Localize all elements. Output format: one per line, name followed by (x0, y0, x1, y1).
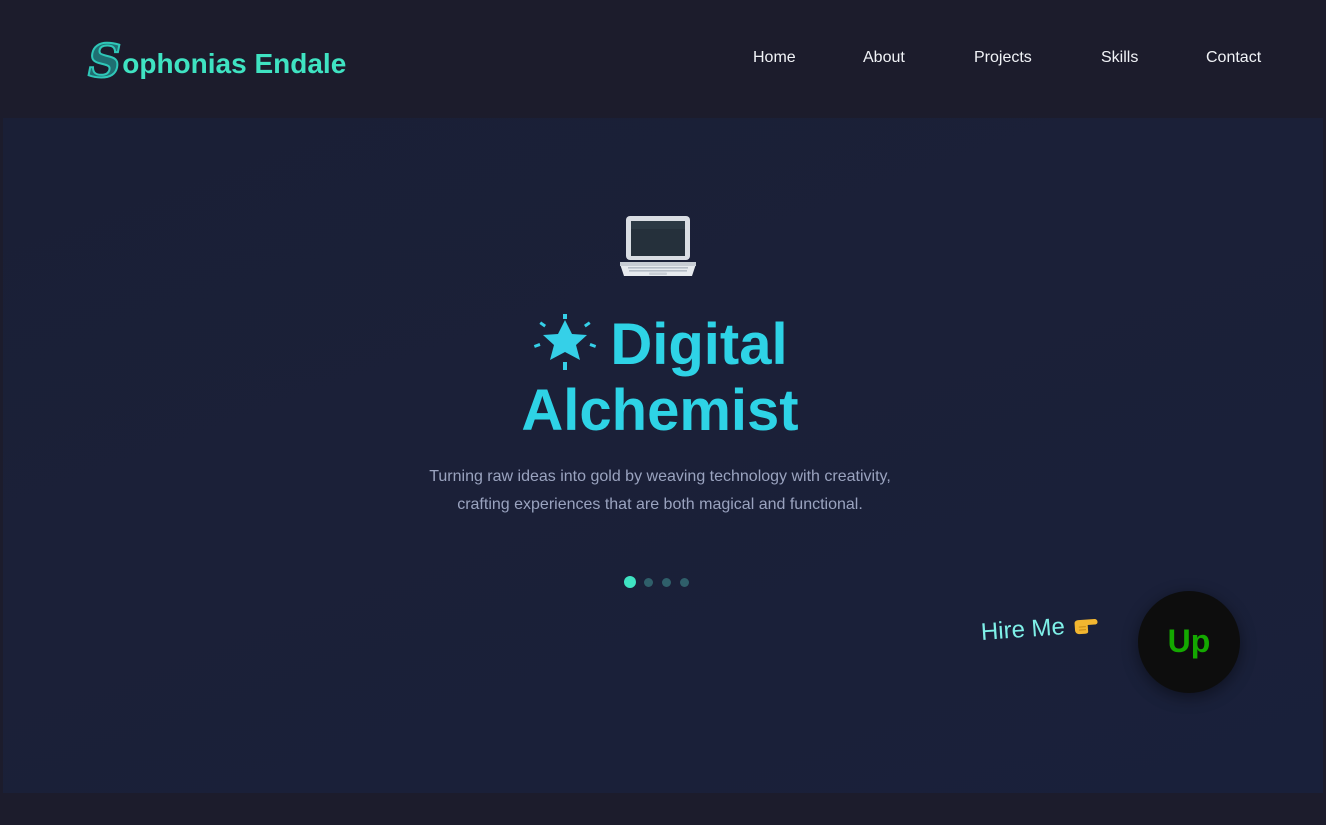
hero-title: Digital Alchemist (400, 312, 920, 444)
carousel-dot[interactable] (662, 577, 671, 587)
hero-title-line-1: Digital (400, 312, 920, 378)
carousel-dot[interactable] (680, 577, 689, 587)
sparkle-star-icon (534, 314, 597, 370)
hero-subtitle-line-2: crafting experiences that are both magic… (457, 496, 863, 513)
hero-title-word-1: Digital (610, 312, 788, 377)
logo-initial: S (87, 34, 122, 88)
carousel-dot[interactable] (624, 576, 636, 588)
hire-me-label: Hire Me (980, 613, 1066, 646)
hero-title-line-2: Alchemist (521, 378, 799, 443)
upwork-logo-icon: Up (1168, 623, 1211, 659)
nav-about[interactable]: About (863, 48, 905, 68)
carousel-dots (624, 576, 698, 588)
nav-contact[interactable]: Contact (1206, 48, 1261, 68)
nav-projects[interactable]: Projects (974, 48, 1032, 68)
portfolio-page: S ophonias Endale Home About Projects Sk… (0, 0, 1326, 825)
upwork-hire-button[interactable]: Up (1138, 591, 1240, 693)
nav-home[interactable]: Home (753, 48, 796, 68)
hero-subtitle-line-1: Turning raw ideas into gold by weaving t… (429, 468, 891, 485)
pointing-hand-icon (1074, 619, 1098, 635)
laptop-icon (620, 216, 696, 276)
upwork-logo-text: Up (1168, 623, 1211, 659)
section-divider (0, 793, 1326, 825)
hero-subtitle: Turning raw ideas into gold by weaving t… (360, 463, 960, 519)
site-logo[interactable]: S ophonias Endale (87, 34, 347, 88)
site-header: S ophonias Endale Home About Projects Sk… (0, 0, 1326, 118)
carousel-dot[interactable] (644, 577, 653, 587)
logo-name: ophonias Endale (122, 48, 347, 79)
nav-skills[interactable]: Skills (1101, 48, 1138, 68)
